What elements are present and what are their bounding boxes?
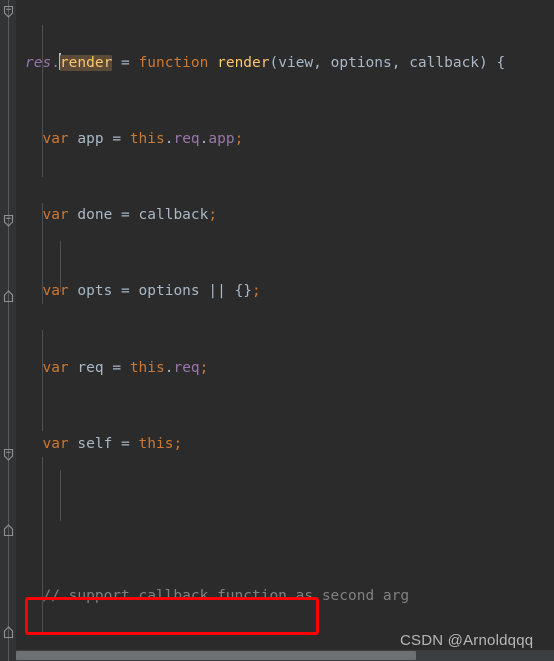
token-options: options (138, 283, 200, 300)
horizontal-scrollbar-track[interactable] (16, 650, 554, 661)
token-paren-close-brace: ) { (479, 54, 506, 71)
token-function-kw: function (138, 54, 209, 71)
token-req-prop: req (173, 359, 200, 376)
code-line[interactable]: var req = this.req; (16, 356, 505, 381)
code-editor-window: res.render = function render(view, optio… (0, 0, 554, 661)
token-fn-name: render (217, 54, 270, 71)
code-line[interactable]: var done = callback; (16, 203, 505, 228)
token-app: app (77, 131, 104, 148)
code-line[interactable]: res.render = function render(view, optio… (16, 51, 505, 76)
token-equals: = (103, 359, 130, 376)
token-req: req (173, 131, 200, 148)
token-comma: , (313, 54, 331, 71)
code-line[interactable]: var opts = options || {}; (16, 279, 505, 304)
token-comma: , (391, 54, 410, 71)
token-paren-open: ( (269, 54, 279, 71)
token-options: options (330, 54, 392, 71)
csdn-watermark: CSDN @Arnoldqqq (400, 632, 534, 649)
token-opts: opts (77, 283, 113, 300)
token-done: done (77, 207, 113, 224)
token-view: view (278, 54, 314, 71)
fold-start-icon[interactable] (2, 5, 15, 18)
token-callback: callback (138, 207, 209, 224)
token-semicolon: ; (252, 283, 261, 300)
code-line[interactable]: var self = this; (16, 432, 505, 457)
fold-end-icon[interactable] (2, 626, 15, 639)
editor-gutter (0, 0, 16, 661)
fold-start-icon[interactable] (2, 448, 15, 461)
token-equals: = (112, 435, 139, 452)
token-var: var (42, 131, 69, 148)
token-var: var (42, 435, 69, 452)
token-semicolon: ; (199, 359, 209, 376)
code-block[interactable]: res.render = function render(view, optio… (16, 0, 505, 661)
token-render-caret: render (59, 54, 113, 71)
code-line[interactable]: var app = this.req.app; (16, 127, 505, 152)
token-semicolon: ; (208, 207, 218, 224)
token-req: req (77, 359, 104, 376)
code-line[interactable]: // support callback function as second a… (16, 584, 505, 609)
token-semicolon: ; (234, 131, 244, 148)
gutter-vertical-line (8, 0, 9, 661)
token-var: var (42, 359, 69, 376)
token-app-prop: app (208, 131, 235, 148)
token-or: || (199, 283, 235, 300)
fold-start-icon[interactable] (2, 214, 15, 227)
token-equals: = (103, 131, 130, 148)
token-var: var (42, 283, 69, 300)
token-var: var (42, 207, 69, 224)
token-equals: = (112, 207, 139, 224)
fold-end-icon[interactable] (2, 524, 15, 537)
token-res: res (25, 54, 52, 71)
token-semicolon: ; (173, 435, 183, 452)
horizontal-scrollbar-thumb[interactable] (16, 651, 416, 660)
token-empty-object: {} (234, 283, 253, 300)
editor-text-area[interactable]: res.render = function render(view, optio… (16, 0, 554, 661)
token-equals: = (112, 54, 139, 71)
comment-support-callback: // support callback function as second a… (42, 588, 410, 605)
token-equals: = (112, 283, 139, 300)
code-line-blank[interactable] (16, 508, 505, 533)
fold-end-icon[interactable] (2, 290, 15, 303)
token-this: this (138, 435, 174, 452)
token-this: this (129, 131, 165, 148)
token-self: self (77, 435, 113, 452)
token-callback: callback (409, 54, 480, 71)
token-this: this (129, 359, 165, 376)
